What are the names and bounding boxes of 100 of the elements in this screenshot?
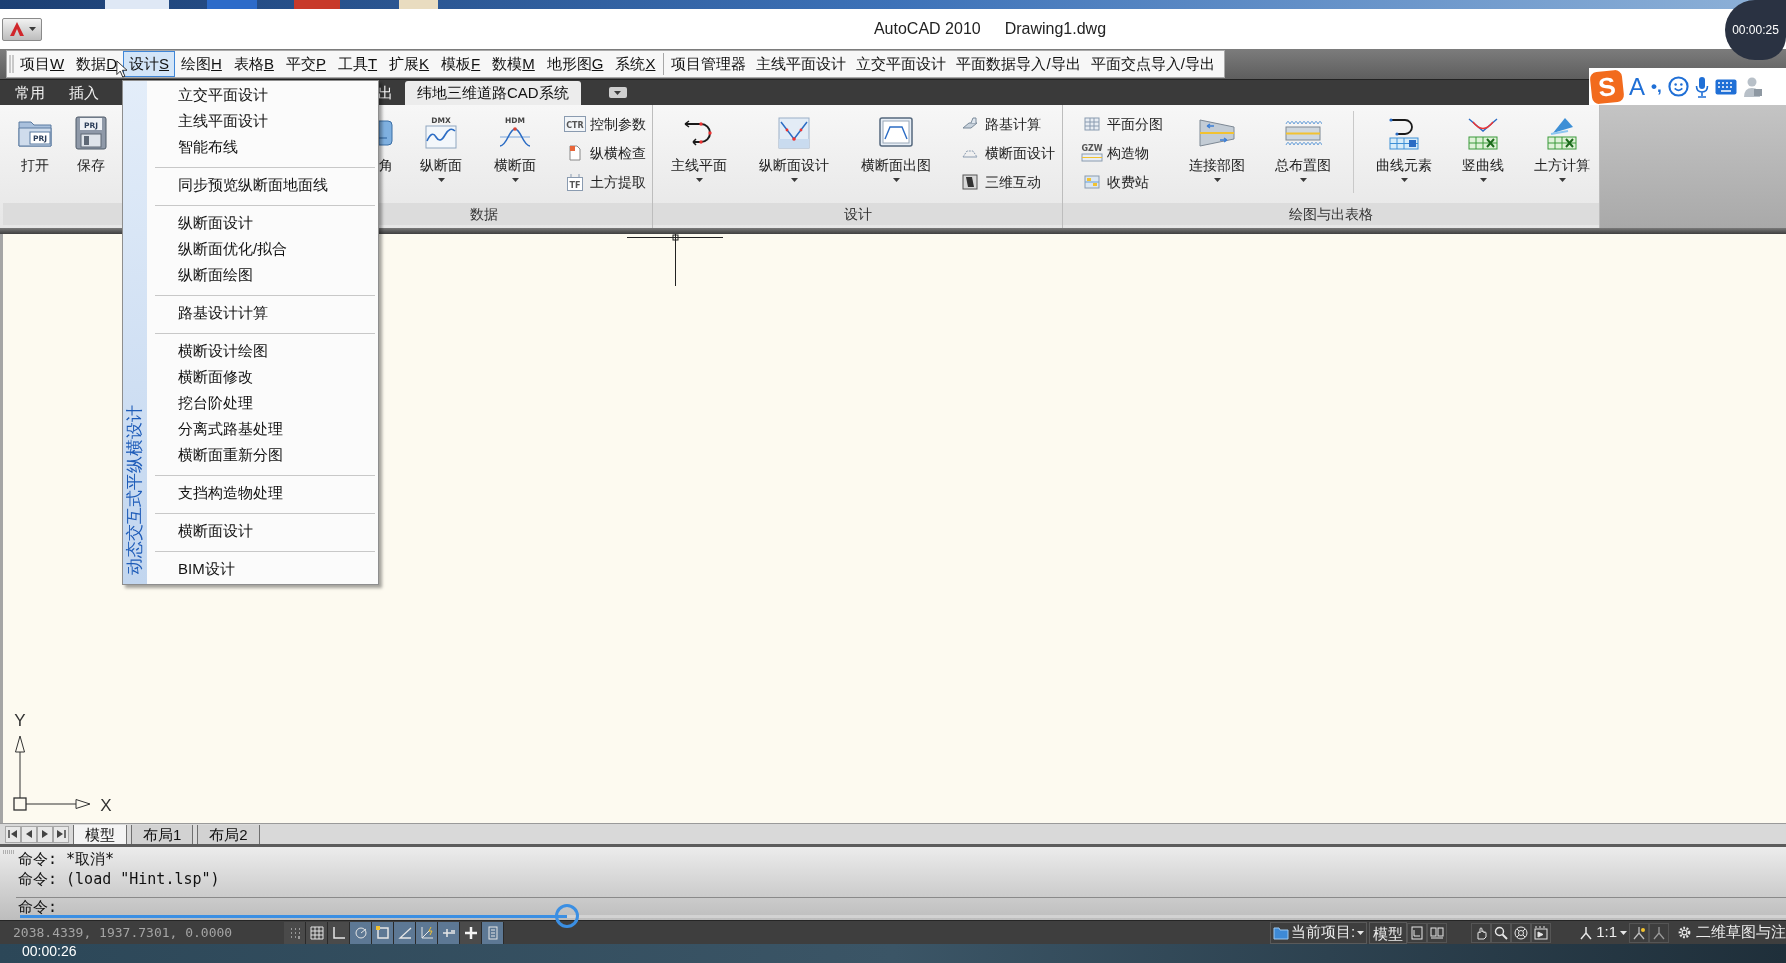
status-toggle[interactable]: [438, 921, 460, 944]
video-progress-handle[interactable]: [555, 904, 580, 928]
ribbon-button[interactable]: 纵断面设计: [751, 115, 837, 182]
menu-item[interactable]: 支挡构造物处理: [155, 480, 378, 506]
input-mode-indicator[interactable]: A: [1629, 72, 1645, 101]
menu-item[interactable]: 模板F: [435, 51, 487, 77]
punctuation-indicator[interactable]: •,: [1651, 74, 1662, 99]
menu-item[interactable]: 挖台阶处理: [155, 390, 378, 416]
menu-item[interactable]: 纵断面绘图: [155, 262, 378, 288]
status-toggle[interactable]: [372, 921, 394, 944]
ribbon-button[interactable]: 主线平面: [663, 115, 735, 182]
status-icon-button[interactable]: [1427, 922, 1448, 943]
menu-item[interactable]: 横断设计绘图: [155, 338, 378, 364]
ribbon-button[interactable]: 曲线元素: [1368, 115, 1440, 182]
command-prompt: 命令:: [17, 898, 58, 915]
origin-marker: [13, 797, 27, 811]
menu-item[interactable]: 分离式路基处理: [155, 416, 378, 442]
status-icon-button[interactable]: [1629, 922, 1649, 943]
toolbar-command[interactable]: 平面交点导入/导出: [1085, 51, 1220, 77]
status-toggle[interactable]: [460, 921, 482, 944]
command-input-field[interactable]: 命令:: [16, 898, 1786, 915]
menu-item[interactable]: 地形图G: [540, 51, 610, 77]
menu-item[interactable]: 数模M: [486, 51, 541, 77]
ribbon-options-button[interactable]: [608, 87, 627, 98]
application-menu-button[interactable]: [2, 17, 42, 41]
tab-nav-button[interactable]: [21, 825, 37, 843]
ribbon-small-button[interactable]: TF 土方提取: [560, 168, 650, 196]
ribbon-small-button[interactable]: 路基计算: [955, 110, 1059, 138]
ribbon-small-button[interactable]: 横断面设计: [955, 139, 1059, 167]
menu-item[interactable]: 系统X: [609, 51, 662, 77]
y-axis-arrow: [15, 735, 25, 799]
layout-tab[interactable]: 布局2: [197, 824, 260, 844]
menu-item[interactable]: 横断面重新分图: [155, 442, 378, 468]
ribbon-button[interactable]: 角: [376, 115, 396, 174]
menu-item[interactable]: 同步预览纵断面地面线: [155, 172, 378, 198]
menu-item[interactable]: 路基设计计算: [155, 300, 378, 326]
ribbon-small-button[interactable]: GZW 构造物: [1077, 139, 1167, 167]
model-space-button[interactable]: 模型: [1369, 921, 1408, 944]
menu-item[interactable]: 纵断面优化/拟合: [155, 236, 378, 262]
menu-item[interactable]: 智能布线: [155, 134, 378, 160]
status-toggle[interactable]: [306, 921, 328, 944]
status-icon-button[interactable]: [1511, 922, 1532, 943]
toolbar-command[interactable]: 主线平面设计: [751, 51, 852, 77]
layout-tab[interactable]: 布局1: [131, 824, 194, 844]
ribbon-small-button[interactable]: 纵横检查: [560, 139, 650, 167]
toolbar-command[interactable]: 项目管理器: [666, 51, 752, 77]
menu-item[interactable]: 平交P: [279, 51, 332, 77]
menu-item[interactable]: 项目W: [14, 51, 71, 77]
layout-tab[interactable]: 模型: [73, 824, 127, 844]
recording-timer: 00:00:26: [22, 943, 77, 959]
status-icon-button[interactable]: [1407, 922, 1428, 943]
status-toggle[interactable]: [328, 921, 350, 944]
ribbon-button[interactable]: 连接部图: [1181, 115, 1253, 182]
hand-icon: [1474, 925, 1489, 940]
menu-item[interactable]: 工具T: [331, 51, 384, 77]
status-icon-button[interactable]: [1531, 922, 1552, 943]
ribbon-small-button[interactable]: 收费站: [1077, 168, 1167, 196]
ribbon-small-button[interactable]: 平面分图: [1077, 110, 1167, 138]
tab-nav-button[interactable]: [5, 825, 21, 843]
ribbon-tab[interactable]: 纬地三维道路CAD系统: [405, 81, 581, 105]
menu-item[interactable]: 绘图H: [175, 51, 228, 77]
tab-nav-button[interactable]: [53, 825, 69, 843]
project-selector[interactable]: 当前项目:: [1269, 921, 1368, 944]
status-icon-button[interactable]: [1471, 922, 1492, 943]
ribbon-small-button[interactable]: CTR 控制参数: [560, 110, 650, 138]
ribbon-button[interactable]: 土方计算: [1526, 115, 1598, 182]
status-toggle[interactable]: [394, 921, 416, 944]
annotation-scale-button[interactable]: 1:1: [1577, 921, 1629, 944]
menu-item[interactable]: 表格B: [227, 51, 280, 77]
ribbon-tab[interactable]: 常用: [3, 81, 57, 105]
menu-item[interactable]: BIM设计: [155, 556, 378, 582]
ribbon-button[interactable]: 横断面出图: [853, 115, 939, 182]
menu-item[interactable]: 主线平面设计: [155, 108, 378, 134]
status-toggle[interactable]: [482, 921, 504, 944]
ribbon-tab[interactable]: 插入: [57, 81, 111, 105]
ribbon-button[interactable]: 竖曲线: [1454, 115, 1512, 182]
menu-item[interactable]: 纵断面设计: [155, 210, 378, 236]
ribbon-small-button[interactable]: 三维互动: [955, 168, 1059, 196]
status-toggle[interactable]: [416, 921, 438, 944]
status-toggle[interactable]: [284, 921, 306, 944]
toolbar-command[interactable]: 立交平面设计: [851, 51, 952, 77]
menu-item[interactable]: 设计S: [123, 51, 176, 77]
tab-nav-button[interactable]: [37, 825, 53, 843]
toolbar-command[interactable]: 平面数据导入/导出: [951, 51, 1086, 77]
ribbon-button[interactable]: 总布置图: [1267, 115, 1339, 182]
triangle-right-icon: [40, 829, 50, 839]
polar-icon: [353, 925, 368, 940]
workspace-selector[interactable]: 二维草图与注: [1669, 921, 1786, 944]
menu-item[interactable]: 横断面设计: [155, 518, 378, 544]
grip-dots-icon: [3, 850, 15, 854]
panel-label: 数据: [469, 204, 498, 224]
status-icon-button[interactable]: [1491, 922, 1512, 943]
panel-icon: [485, 925, 500, 940]
axes-bolt-icon: [419, 925, 434, 940]
caret-icon: [614, 90, 622, 95]
menu-item[interactable]: 扩展K: [383, 51, 436, 77]
caret-icon: [28, 27, 36, 31]
status-toggle[interactable]: [350, 921, 372, 944]
menu-item[interactable]: 横断面修改: [155, 364, 378, 390]
plus-icon: [463, 925, 478, 940]
